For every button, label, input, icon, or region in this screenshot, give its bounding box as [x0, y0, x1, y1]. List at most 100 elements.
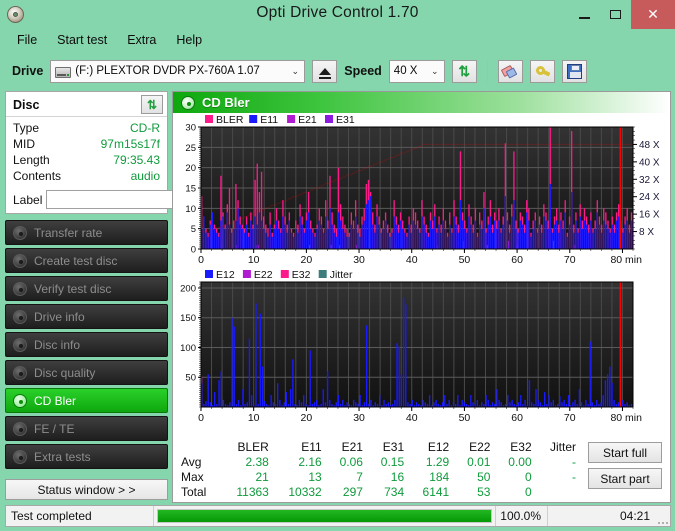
menu-extra[interactable]: Extra: [118, 31, 165, 49]
sidebar-nav: Transfer rate Create test disc Verify te…: [5, 220, 168, 469]
avg-bler: 2.38: [245, 455, 269, 469]
disc-icon: [13, 365, 27, 380]
status-window-button[interactable]: Status window > >: [5, 479, 168, 500]
statistics-area: BLER E11 E21 E31 E12 E22 E32 Jitter Avg: [173, 437, 670, 502]
sidebar-item-fe-te[interactable]: FE / TE: [5, 416, 168, 441]
start-full-button[interactable]: Start full: [588, 442, 662, 463]
sidebar-item-disc-quality[interactable]: Disc quality: [5, 360, 168, 385]
col-jitter: Jitter: [549, 440, 576, 454]
sidebar-item-drive-info[interactable]: Drive info: [5, 304, 168, 329]
max-bler: 21: [255, 470, 269, 484]
refresh-button[interactable]: ⇅: [451, 59, 477, 83]
col-e22: E22: [469, 440, 491, 454]
svg-text:0: 0: [198, 254, 204, 266]
disc-icon: [13, 253, 27, 268]
svg-text:70: 70: [564, 412, 576, 424]
total-e12: 6141: [422, 485, 450, 499]
svg-text:E22: E22: [254, 269, 273, 281]
left-sidebar: Disc ⇅ Type CD-R MID 97m15s17f Length 79…: [5, 91, 217, 503]
minimize-button[interactable]: [569, 0, 600, 29]
save-button[interactable]: [561, 59, 587, 83]
row-label-total: Total: [181, 485, 207, 499]
cd-e12-chart[interactable]: E12 E22 E32 Jitter 50 100 150 200 0 10 20 30 40 50 60 7…: [175, 269, 668, 427]
menu-help[interactable]: Help: [167, 31, 211, 49]
toolbar-separator: [486, 60, 488, 82]
total-bler: 11363: [236, 485, 269, 499]
close-button[interactable]: ✕: [631, 0, 675, 29]
sidebar-item-create-test-disc[interactable]: Create test disc: [5, 248, 168, 273]
start-part-button[interactable]: Start part: [588, 468, 662, 489]
disc-icon: [13, 337, 27, 352]
sidebar-item-label: Verify test disc: [34, 281, 112, 296]
eject-icon: [318, 67, 331, 79]
svg-text:10: 10: [248, 254, 260, 266]
sidebar-item-verify-test-disc[interactable]: Verify test disc: [5, 276, 168, 301]
sidebar-item-disc-info[interactable]: Disc info: [5, 332, 168, 357]
erase-disc-button[interactable]: [497, 59, 523, 83]
svg-text:15: 15: [185, 184, 196, 195]
disc-label-caption: Label: [13, 192, 43, 207]
menu-bar: File Start test Extra Help: [0, 29, 675, 51]
svg-text:30: 30: [353, 254, 365, 266]
svg-text:0: 0: [191, 245, 196, 256]
disc-row-mid: MID 97m15s17f: [13, 136, 160, 152]
menu-start-test[interactable]: Start test: [48, 31, 116, 49]
disc-row-contents: Contents audio: [13, 168, 160, 184]
maximize-button[interactable]: [600, 0, 631, 29]
svg-text:E32: E32: [292, 269, 311, 281]
svg-text:Jitter: Jitter: [330, 269, 353, 281]
sidebar-item-label: Create test disc: [34, 253, 118, 268]
refresh-icon: ⇅: [146, 97, 158, 112]
max-e21: 7: [356, 470, 363, 484]
svg-text:50: 50: [185, 373, 196, 384]
disc-label-row: Label: [6, 188, 217, 213]
svg-text:100: 100: [180, 343, 196, 354]
resize-grip-icon[interactable]: [656, 506, 670, 526]
svg-text:30: 30: [185, 123, 196, 134]
window-controls: ✕: [569, 0, 675, 29]
close-icon: ✕: [647, 6, 659, 22]
svg-text:20: 20: [301, 412, 313, 424]
progress-percent: 100.0%: [496, 506, 548, 526]
max-jitter: -: [572, 470, 576, 484]
speed-label: Speed: [344, 64, 382, 78]
settings-button[interactable]: [529, 59, 555, 83]
test-buttons: Start full Start part: [582, 440, 664, 500]
svg-text:40: 40: [406, 412, 418, 424]
menu-file[interactable]: File: [8, 31, 46, 49]
avg-e12: 1.29: [425, 455, 450, 469]
disc-properties: Type CD-R MID 97m15s17f Length 79:35.43 …: [6, 117, 167, 188]
sidebar-item-transfer-rate[interactable]: Transfer rate: [5, 220, 168, 245]
svg-text:32 X: 32 X: [639, 175, 660, 186]
chevron-down-icon: ⌄: [291, 65, 300, 76]
sidebar-item-extra-tests[interactable]: Extra tests: [5, 444, 168, 469]
sidebar-item-cd-bler[interactable]: CD Bler: [5, 388, 168, 413]
svg-text:48 X: 48 X: [639, 140, 660, 151]
refresh-icon: ⇅: [458, 63, 471, 79]
svg-text:50: 50: [459, 254, 471, 266]
sidebar-item-label: Extra tests: [34, 449, 91, 464]
cd-e12-chart-svg: E12 E22 E32 Jitter 50 100 150 200 0 10 20 30 40 50 60 7…: [180, 269, 642, 424]
cd-bler-chart[interactable]: BLER E11 E21 E31 0 5 10 15 20 25 30 0 10 20 30 40 50 60 70…: [175, 114, 668, 269]
table-row: Avg 2.38 2.16 0.06 0.15 1.29 0.01 0.00 -: [177, 455, 582, 470]
svg-text:16 X: 16 X: [639, 210, 660, 221]
col-e11: E11: [301, 440, 322, 454]
avg-e11: 2.16: [298, 455, 322, 469]
toolbar: Drive (F:) PLEXTOR DVDR PX-760A 1.07 ⌄ S…: [0, 51, 675, 91]
svg-text:10: 10: [185, 204, 196, 215]
disc-icon: [13, 225, 27, 240]
disc-refresh-button[interactable]: ⇅: [141, 95, 163, 114]
total-e11: 10332: [288, 485, 322, 499]
status-text: Test completed: [6, 506, 154, 526]
svg-text:10: 10: [248, 412, 260, 424]
panel-title: CD Bler: [202, 95, 250, 110]
chevron-down-icon: ⌄: [431, 65, 439, 76]
cd-bler-chart-svg: BLER E11 E21 E31 0 5 10 15 20 25 30 0 10 20 30 40 50 60 70…: [185, 114, 660, 266]
speed-select[interactable]: 40 X ⌄: [388, 59, 445, 83]
eject-button[interactable]: [312, 59, 338, 83]
disc-panel-header: Disc ⇅: [6, 92, 167, 117]
sidebar-item-label: Transfer rate: [34, 225, 103, 240]
drive-select[interactable]: (F:) PLEXTOR DVDR PX-760A 1.07 ⌄: [50, 59, 306, 83]
disc-info-panel: Disc ⇅ Type CD-R MID 97m15s17f Length 79…: [5, 91, 217, 214]
disc-contents-label: Contents: [13, 169, 62, 183]
